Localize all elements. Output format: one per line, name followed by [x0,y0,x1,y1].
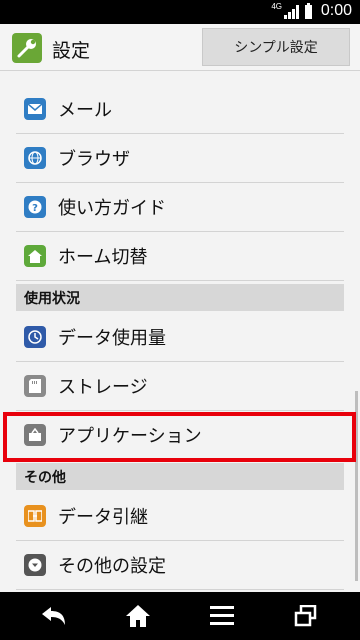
applications-icon [24,424,46,446]
clock: 0:00 [320,2,352,19]
section-header-other: その他 [16,463,344,490]
home-nav-icon[interactable] [118,600,158,632]
data-usage-icon [24,326,46,348]
storage-icon [24,375,46,397]
data-transfer-icon [24,505,46,527]
back-icon[interactable] [34,600,74,632]
list-item-storage[interactable]: ストレージ [16,362,344,411]
status-bar: 4G 0:00 [0,0,360,24]
list-item-applications[interactable]: アプリケーション [16,411,344,460]
signal-icon [284,5,299,19]
scrollbar[interactable] [355,391,358,581]
svg-text:?: ? [32,203,38,214]
chevron-down-icon [24,554,46,576]
list-item-data-transfer[interactable]: データ引継 [16,492,344,541]
menu-icon[interactable] [202,600,242,632]
mail-icon [24,98,46,120]
list-item-browser[interactable]: ブラウザ [16,134,344,183]
item-label: 使い方ガイド [58,198,166,219]
navigation-bar [0,592,360,640]
item-label: メール [58,100,112,121]
network-type: 4G [271,2,282,11]
list-item-mail[interactable]: メール [16,85,344,134]
item-label: ストレージ [58,377,148,398]
globe-icon [24,147,46,169]
app-header: 設定 シンプル設定 [0,24,360,71]
list-item-data-usage[interactable]: データ使用量 [16,313,344,362]
help-icon: ? [24,196,46,218]
page-title: 設定 [52,40,91,62]
section-label: 使用状況 [24,290,80,307]
item-label: ホーム切替 [58,247,148,268]
section-header-usage: 使用状況 [16,284,344,311]
recent-apps-icon[interactable] [286,600,326,632]
item-label: その他の設定 [58,556,166,577]
wrench-icon [12,33,42,63]
list-item-home-switch[interactable]: ホーム切替 [16,232,344,281]
section-label: その他 [24,469,66,486]
settings-list: メール ブラウザ ? 使い方ガイド ホーム切替 使用状況 データ使用量 ストレー… [0,71,360,591]
item-label: ブラウザ [58,149,130,170]
battery-icon [305,3,312,19]
list-item-guide[interactable]: ? 使い方ガイド [16,183,344,232]
home-icon [24,245,46,267]
item-label: データ使用量 [58,328,166,349]
item-label: データ引継 [58,507,148,528]
item-label: アプリケーション [58,426,202,447]
list-item-other-settings[interactable]: その他の設定 [16,541,344,590]
simple-settings-button[interactable]: シンプル設定 [202,28,350,66]
